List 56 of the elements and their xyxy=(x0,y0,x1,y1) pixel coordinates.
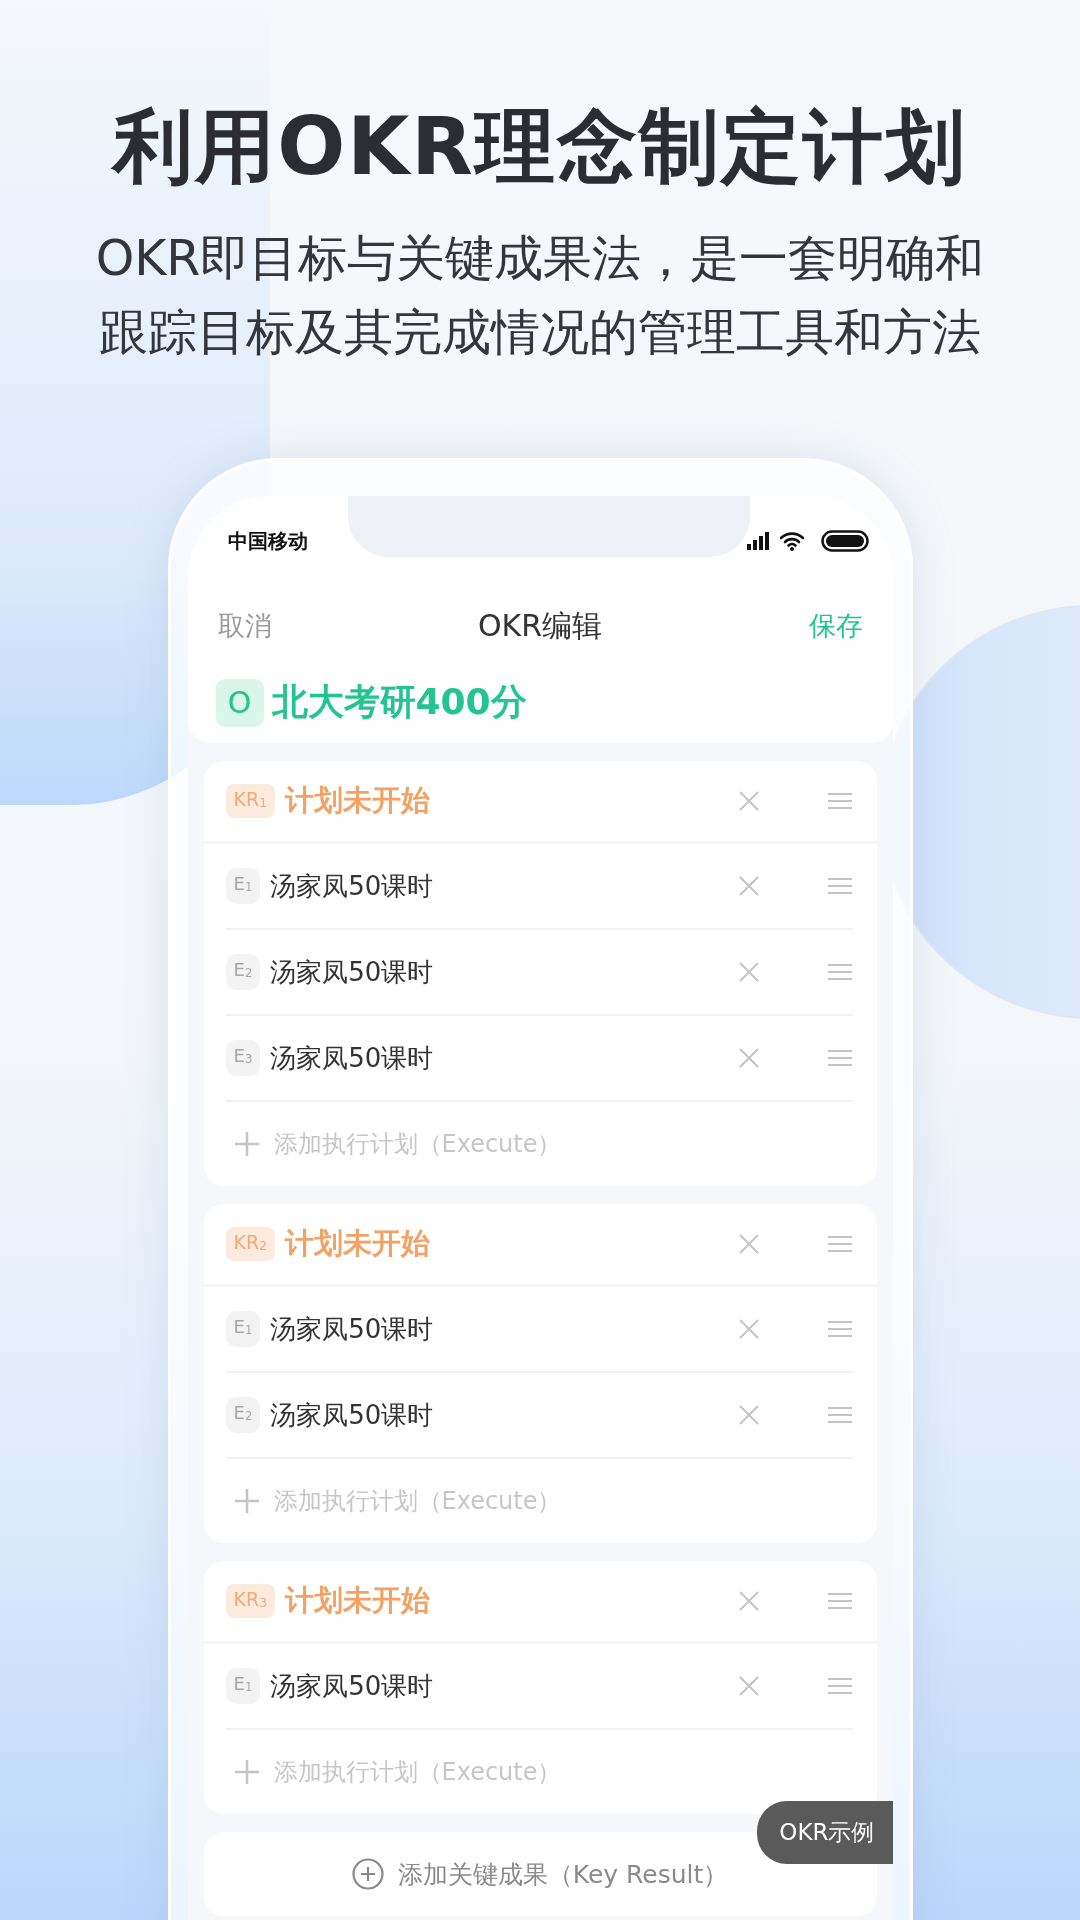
objective-title[interactable]: 北大考研400分 xyxy=(271,678,527,727)
key-result-title[interactable]: 计划未开始 xyxy=(285,781,737,821)
execution-badge: E$_{1}$ xyxy=(225,1311,261,1347)
add-execution-link[interactable]: 添加执行计划（Execute） xyxy=(273,1756,562,1788)
drag-handle-icon[interactable] xyxy=(826,1677,853,1695)
drag-handle-icon[interactable] xyxy=(826,1235,853,1253)
subtitle-line: OKR即目标与关键成果法，是一套明确和 xyxy=(95,229,985,289)
execution-badge: E$_{2}$ xyxy=(225,1397,261,1433)
screen-title: OKR编辑 xyxy=(476,606,604,645)
close-icon[interactable] xyxy=(736,1403,761,1427)
close-icon[interactable] xyxy=(736,1232,761,1256)
add-execution-link[interactable]: 添加执行计划（Execute） xyxy=(273,1485,562,1517)
execution-text[interactable]: 汤家凤50课时 xyxy=(270,1311,737,1347)
okr-example-button[interactable]: OKR示例 xyxy=(757,1801,893,1864)
close-icon[interactable] xyxy=(736,1046,761,1070)
close-icon[interactable] xyxy=(736,960,761,984)
objective-badge: O xyxy=(215,678,264,727)
close-icon[interactable] xyxy=(736,874,761,898)
signal-icon xyxy=(746,532,769,550)
wifi-icon xyxy=(778,531,805,551)
drag-handle-icon[interactable] xyxy=(826,1049,853,1067)
drag-handle-icon[interactable] xyxy=(826,877,853,895)
key-result-badge: KR$_{2}$ xyxy=(225,1226,276,1262)
close-icon[interactable] xyxy=(736,1589,761,1613)
key-result-title[interactable]: 计划未开始 xyxy=(285,1581,737,1621)
execution-text[interactable]: 汤家凤50课时 xyxy=(270,868,737,904)
subtitle-line: 跟踪目标及其完成情况的管理工具和方法 xyxy=(99,303,981,363)
plus-icon[interactable] xyxy=(233,1131,260,1157)
drag-handle-icon[interactable] xyxy=(826,1406,853,1424)
cancel-button[interactable]: 取消 xyxy=(217,608,272,644)
drag-handle-icon[interactable] xyxy=(826,1320,853,1338)
carrier-name: 中国移动 xyxy=(227,527,309,555)
execution-text[interactable]: 汤家凤50课时 xyxy=(270,1040,737,1076)
execution-badge: E$_{3}$ xyxy=(225,1040,261,1076)
drag-handle-icon[interactable] xyxy=(826,963,853,981)
execution-badge: E$_{1}$ xyxy=(225,868,261,904)
save-button[interactable]: 保存 xyxy=(808,608,863,644)
headline: 利用OKR理念制定计划 xyxy=(113,102,967,192)
battery-icon xyxy=(820,530,869,552)
drag-handle-icon[interactable] xyxy=(826,1592,853,1610)
add-circle-icon xyxy=(351,1858,384,1890)
plus-icon[interactable] xyxy=(233,1759,260,1785)
key-result-badge: KR$_{3}$ xyxy=(225,1583,276,1619)
drag-handle-icon[interactable] xyxy=(826,792,853,810)
close-icon[interactable] xyxy=(736,789,761,813)
execution-text[interactable]: 汤家凤50课时 xyxy=(270,1668,737,1704)
add-execution-link[interactable]: 添加执行计划（Execute） xyxy=(273,1128,562,1160)
close-icon[interactable] xyxy=(736,1674,761,1698)
execution-text[interactable]: 汤家凤50课时 xyxy=(270,1397,737,1433)
execution-badge: E$_{1}$ xyxy=(225,1668,261,1704)
execution-badge: E$_{2}$ xyxy=(225,954,261,990)
execution-text[interactable]: 汤家凤50课时 xyxy=(270,954,737,990)
key-result-title[interactable]: 计划未开始 xyxy=(285,1224,737,1264)
key-result-badge: KR$_{1}$ xyxy=(225,783,276,819)
plus-icon[interactable] xyxy=(233,1488,260,1514)
close-icon[interactable] xyxy=(736,1317,761,1341)
